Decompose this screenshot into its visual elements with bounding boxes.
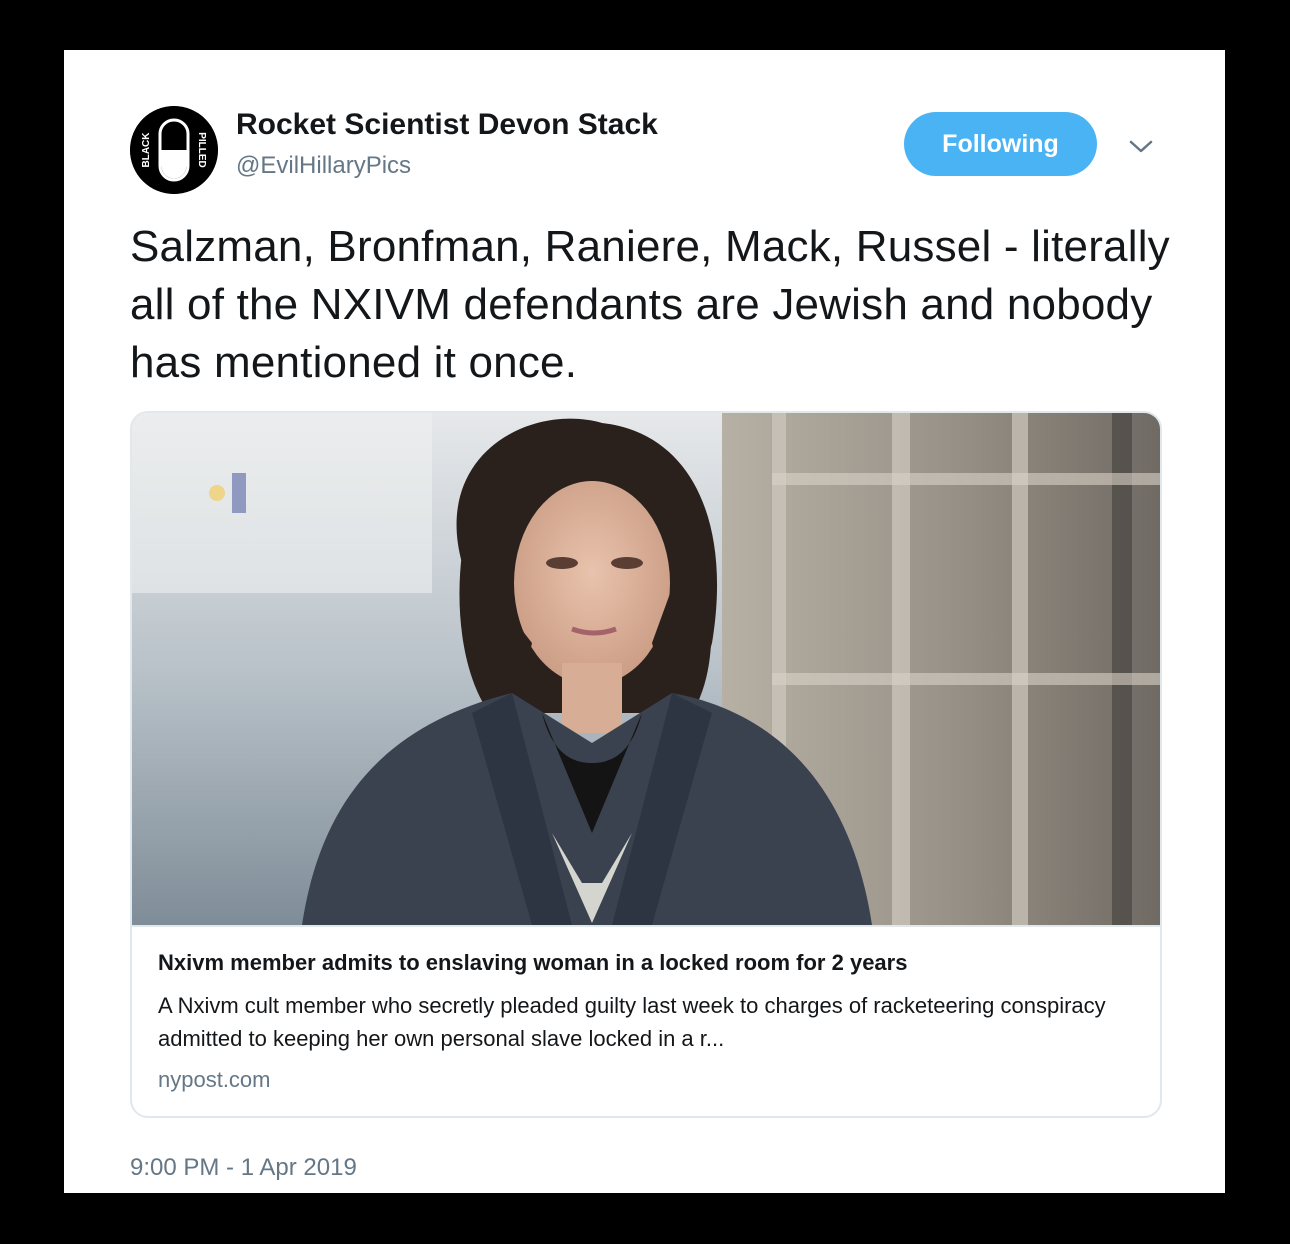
user-handle[interactable]: @EvilHillaryPics (236, 152, 411, 180)
tweet-text: Salzman, Bronfman, Raniere, Mack, Russel… (130, 222, 1170, 387)
chevron-down-icon[interactable] (1126, 134, 1156, 158)
pill-logo-icon: BLACK PILLED (130, 106, 218, 194)
card-image[interactable] (132, 413, 1160, 927)
card-description: A Nxivm cult member who secretly pleaded… (158, 993, 1106, 1051)
link-preview-card[interactable]: Nxivm member admits to enslaving woman i… (130, 411, 1162, 1118)
card-title[interactable]: Nxivm member admits to enslaving woman i… (158, 950, 1138, 976)
tweet-timestamp[interactable]: 9:00 PM - 1 Apr 2019 (130, 1154, 357, 1182)
tweet-card: BLACK PILLED Rocket Scientist Devon Stac… (64, 50, 1225, 1193)
display-name[interactable]: Rocket Scientist Devon Stack (236, 108, 658, 142)
avatar[interactable]: BLACK PILLED (130, 106, 218, 194)
following-button[interactable]: Following (904, 112, 1097, 176)
card-domain: nypost.com (158, 1067, 271, 1092)
avatar-text-right: PILLED (196, 132, 207, 168)
avatar-text-left: BLACK (141, 132, 152, 168)
